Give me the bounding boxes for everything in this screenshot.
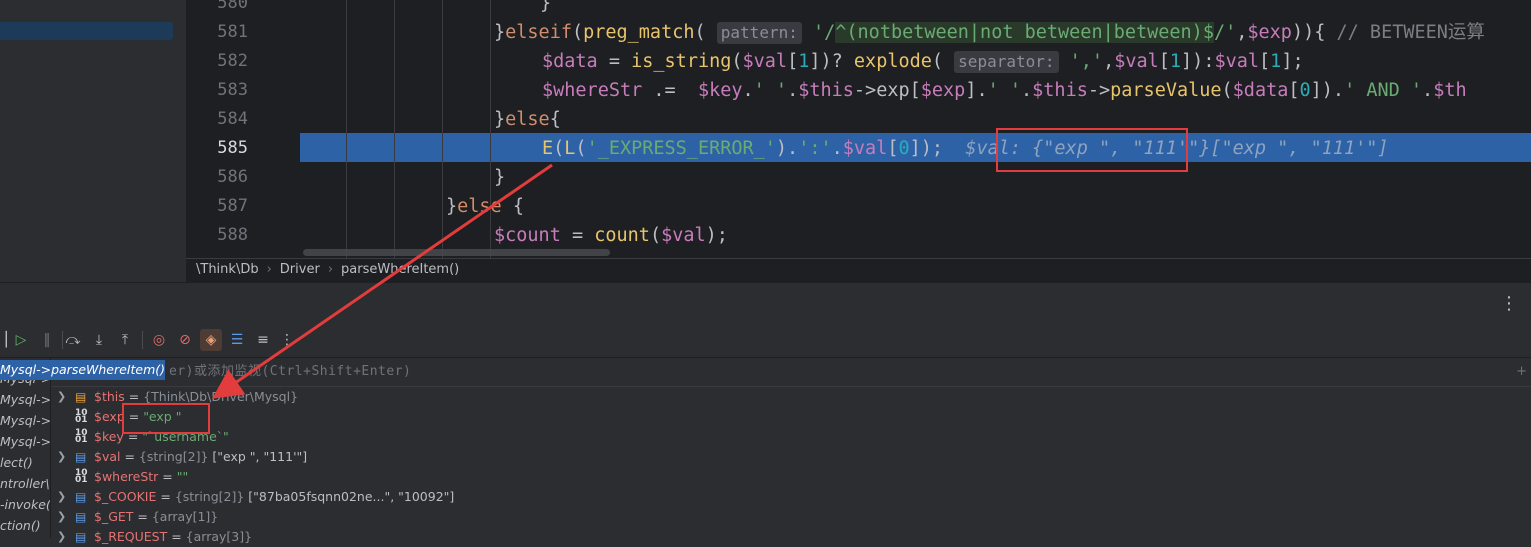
resume-program-icon[interactable]: ▷ [10, 329, 32, 351]
array-icon: ▤ [75, 530, 87, 544]
editor-horizontal-scrollbar[interactable] [303, 249, 610, 256]
line-number: 583 [217, 80, 248, 100]
expand-arrow-icon[interactable]: ❯ [57, 487, 66, 507]
line-number: 580 [217, 0, 248, 13]
expand-arrow-icon[interactable]: ❯ [57, 507, 66, 527]
param-hint-pattern: pattern: [716, 22, 802, 44]
code-editor[interactable]: 580 581 582 583 584 585 586 587 588 } }e… [186, 0, 1531, 258]
more-toolbar-icon[interactable]: ⋮ [276, 329, 298, 351]
annotation-box-inline-value [996, 128, 1188, 172]
stack-frame[interactable]: ntroller\ [0, 474, 50, 494]
annotation-box-exp-variable [122, 403, 210, 434]
code-line-584: }else{ [494, 109, 561, 130]
stack-frame[interactable]: -invoke( [0, 495, 50, 515]
param-hint-separator: separator: [954, 51, 1059, 73]
code-line-585: E(L('_EXPRESS_ERROR_').':'.$val[0]); $va… [542, 138, 1389, 159]
show-frames-icon[interactable]: ☰ [226, 329, 248, 351]
code-line-581: }elseif(preg_match( pattern: '/^(notbetw… [494, 22, 1485, 44]
toolbar-divider [142, 331, 143, 349]
line-number: 584 [217, 109, 248, 129]
array-icon: ▤ [75, 510, 87, 524]
stack-frame[interactable]: ction() [0, 516, 41, 536]
variables-tree: ❯ ▤ $this = {Think\Db\Driver\Mysql} 10 01… [51, 387, 1531, 544]
code-line-580: } [540, 0, 552, 14]
view-breakpoints-icon[interactable]: ◎ [148, 329, 170, 351]
code-line-586: } [494, 167, 506, 188]
breadcrumb-method[interactable]: parseWhereItem() [341, 262, 459, 277]
project-selected-item[interactable] [0, 22, 173, 40]
debug-toolbar: ▏ ▷ ‖ ⤼ ⤓ ⤒ ◎ ⊘ ◈ ☰ ≡ ⋮ [0, 323, 1531, 358]
stack-frame-selected[interactable]: Mysql->parseWhereItem() [0, 360, 165, 380]
pause-program-icon[interactable]: ‖ [36, 329, 58, 351]
step-out-icon[interactable]: ⤒ [114, 329, 136, 351]
stack-frame[interactable]: Mysql->p [0, 390, 50, 410]
object-icon: ▤ [75, 390, 87, 404]
expand-arrow-icon[interactable]: ❯ [57, 387, 66, 407]
breadcrumb-namespace[interactable]: \Think\Db [196, 262, 259, 277]
primitive-icon: 10 01 [75, 468, 88, 485]
indent-guide [394, 0, 395, 258]
expand-arrow-icon[interactable]: ❯ [57, 527, 66, 547]
breadcrumb-class[interactable]: Driver [280, 262, 320, 277]
watch-expression-bar[interactable]: er)或添加监视(Ctrl+Shift+Enter) + [51, 358, 1531, 387]
code-comment: // BETWEEN运算 [1336, 22, 1485, 43]
code-line-582: $data = is_string($val[1])? explode( sep… [542, 51, 1304, 73]
array-icon: ▤ [75, 450, 87, 464]
primitive-icon: 10 01 [75, 408, 88, 425]
line-number: 587 [217, 196, 248, 216]
debug-panel-header: ⋮ [0, 282, 1531, 323]
line-number: 581 [217, 22, 248, 42]
line-number-current: 585 [217, 138, 248, 158]
code-line-588: $count = count($val); [494, 225, 728, 246]
line-number: 582 [217, 51, 248, 71]
indent-guide [346, 0, 347, 258]
break-on-exception-icon[interactable]: ◈ [200, 329, 222, 351]
watch-side-icon[interactable]: + [1516, 358, 1527, 386]
more-options-icon[interactable]: ⋮ [1500, 293, 1519, 314]
primitive-icon: 10 01 [75, 428, 88, 445]
step-over-icon[interactable]: ⤼ [62, 329, 84, 351]
expand-arrow-icon[interactable]: ❯ [57, 447, 66, 467]
indent-guide [442, 0, 443, 258]
stack-frame[interactable]: lect() [0, 453, 33, 473]
code-line-587: }else { [446, 196, 524, 217]
stack-frame[interactable]: Mysql->b [0, 411, 50, 431]
breadcrumb: \Think\Db › Driver › parseWhereItem() [186, 258, 1531, 282]
step-into-icon[interactable]: ⤓ [88, 329, 110, 351]
mute-breakpoints-icon[interactable]: ⊘ [174, 329, 196, 351]
project-panel [0, 0, 186, 258]
call-stack-frames: Mysql->p Mysql->p Mysql->b Mysql->s lect… [0, 358, 50, 538]
code-line-583: $whereStr .= $key.' '.$this->exp[$exp].'… [542, 80, 1467, 101]
line-gutter: 580 581 582 583 584 585 586 587 588 [186, 0, 300, 258]
settings-list-icon[interactable]: ≡ [252, 329, 274, 351]
line-number: 586 [217, 167, 248, 187]
line-number: 588 [217, 225, 248, 245]
stack-frame[interactable]: Mysql->s [0, 432, 50, 452]
watch-placeholder: er)或添加监视(Ctrl+Shift+Enter) [169, 364, 412, 379]
array-icon: ▤ [75, 490, 87, 504]
